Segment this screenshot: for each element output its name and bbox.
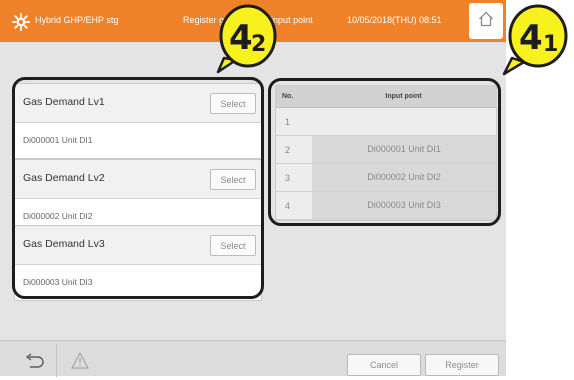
date-time: 10/05/2018(THU) 08:51	[347, 15, 442, 25]
callout-number: 4	[229, 18, 253, 58]
callout-outline-left	[12, 77, 264, 299]
callout-sub-number: 1	[543, 32, 558, 57]
callout-badge-left: 4 2	[216, 4, 277, 74]
cancel-button[interactable]: Cancel	[347, 354, 421, 376]
callout-number: 4	[519, 18, 543, 58]
callout-badge-right: 4 1	[502, 4, 568, 76]
back-arrow-icon	[25, 353, 44, 368]
callout-outline-right	[268, 78, 501, 226]
back-button[interactable]	[14, 347, 54, 375]
app-title: Hybrid GHP/EHP stg	[35, 15, 119, 25]
footer-bar: Cancel Register	[0, 340, 506, 377]
divider	[56, 344, 57, 377]
sun-settings-icon	[12, 13, 30, 31]
warning-button[interactable]	[60, 347, 100, 375]
warning-icon	[71, 352, 89, 369]
register-button[interactable]: Register	[425, 354, 499, 376]
callout-sub-number: 2	[251, 32, 266, 57]
